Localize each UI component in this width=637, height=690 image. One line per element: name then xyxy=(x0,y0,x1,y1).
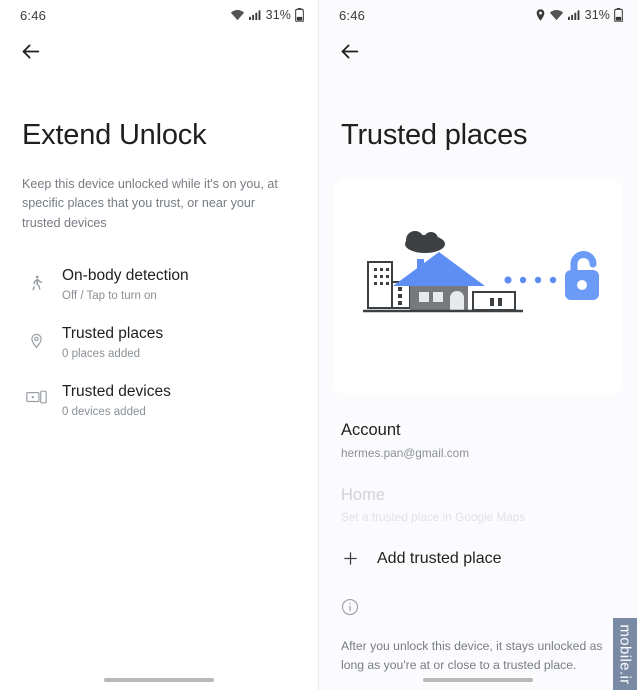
list-item-text: Trusted devices 0 devices added xyxy=(52,382,171,418)
top-app-bar-left xyxy=(0,30,318,72)
page-description: Keep this device unlocked while it's on … xyxy=(22,176,278,230)
watermark-text: mobile.ir xyxy=(616,623,634,685)
back-arrow-icon xyxy=(22,44,39,58)
home-subtitle: Set a trusted place in Google Maps xyxy=(341,509,526,524)
info-section: After you unlock this device, it stays u… xyxy=(341,598,615,690)
list-item-trusted-places[interactable]: Trusted places 0 places added xyxy=(0,313,318,371)
home-place-item: Home Set a trusted place in Google Maps xyxy=(341,486,615,524)
list-item-title: On-body detection xyxy=(62,267,189,285)
battery-percent-label: 31% xyxy=(584,8,610,22)
gesture-navigation-bar[interactable] xyxy=(319,678,637,682)
low-building-icon xyxy=(472,291,516,312)
connection-dots-icon xyxy=(504,276,557,284)
dual-screenshot-container: 6:46 31% Extend Unlock Keep this device … xyxy=(0,0,637,690)
status-bar-right: 6:46 31% xyxy=(319,0,637,30)
battery-icon xyxy=(614,8,623,22)
status-clock: 6:46 xyxy=(20,7,47,23)
plus-icon xyxy=(337,550,363,567)
status-icon-group: 31% xyxy=(536,8,623,22)
trusted-places-screen: 6:46 31% Trusted places Account hermes.p… xyxy=(319,0,637,690)
list-item-subtitle: Off / Tap to turn on xyxy=(62,290,157,303)
list-item-subtitle: 0 devices added xyxy=(62,406,146,419)
account-label: Account xyxy=(341,420,401,439)
list-item-title: Trusted places xyxy=(62,325,164,343)
cloud-icon xyxy=(405,231,445,254)
open-padlock-icon xyxy=(565,251,599,301)
list-item-on-body-detection[interactable]: On-body detection Off / Tap to turn on xyxy=(0,255,318,313)
location-pin-icon xyxy=(20,324,52,351)
devices-icon xyxy=(20,382,52,406)
add-trusted-place-label: Add trusted place xyxy=(377,549,502,567)
list-item-text: On-body detection Off / Tap to turn on xyxy=(52,266,189,302)
list-item-trusted-devices[interactable]: Trusted devices 0 devices added xyxy=(0,371,318,429)
site-watermark: mobile.ir xyxy=(613,618,637,690)
back-button[interactable] xyxy=(13,34,47,68)
home-label: Home xyxy=(341,485,386,504)
extend-unlock-screen: 6:46 31% Extend Unlock Keep this device … xyxy=(0,0,318,690)
battery-percent-label: 31% xyxy=(265,8,291,22)
back-button[interactable] xyxy=(332,34,366,68)
gesture-pill[interactable] xyxy=(104,678,214,682)
settings-list: On-body detection Off / Tap to turn on T… xyxy=(0,255,318,429)
list-item-title: Trusted devices xyxy=(62,383,171,401)
signal-icon xyxy=(567,10,580,21)
info-paragraph-1: After you unlock this device, it stays u… xyxy=(341,638,603,673)
walking-person-icon xyxy=(20,266,52,293)
page-title: Extend Unlock xyxy=(22,119,207,151)
add-trusted-place-button[interactable]: Add trusted place xyxy=(337,550,615,568)
gesture-navigation-bar[interactable] xyxy=(0,678,318,682)
account-section[interactable]: Account hermes.pan@gmail.com xyxy=(341,421,615,460)
back-arrow-icon xyxy=(341,44,358,58)
battery-icon xyxy=(295,8,304,22)
wifi-icon xyxy=(230,10,244,21)
house-unlock-illustration xyxy=(333,178,623,395)
location-pin-icon xyxy=(536,9,545,21)
list-item-text: Trusted places 0 places added xyxy=(52,324,163,360)
gesture-pill[interactable] xyxy=(423,678,533,682)
signal-icon xyxy=(248,10,261,21)
account-email: hermes.pan@gmail.com xyxy=(341,445,470,460)
status-clock: 6:46 xyxy=(339,7,366,23)
status-icon-group: 31% xyxy=(230,8,304,22)
page-title: Trusted places xyxy=(341,119,528,151)
info-circle-icon xyxy=(341,598,615,621)
status-bar-left: 6:46 31% xyxy=(0,0,318,30)
wifi-icon xyxy=(549,10,563,21)
top-app-bar-right xyxy=(319,30,637,72)
list-item-subtitle: 0 places added xyxy=(62,348,141,361)
illustration-svg xyxy=(363,231,599,313)
